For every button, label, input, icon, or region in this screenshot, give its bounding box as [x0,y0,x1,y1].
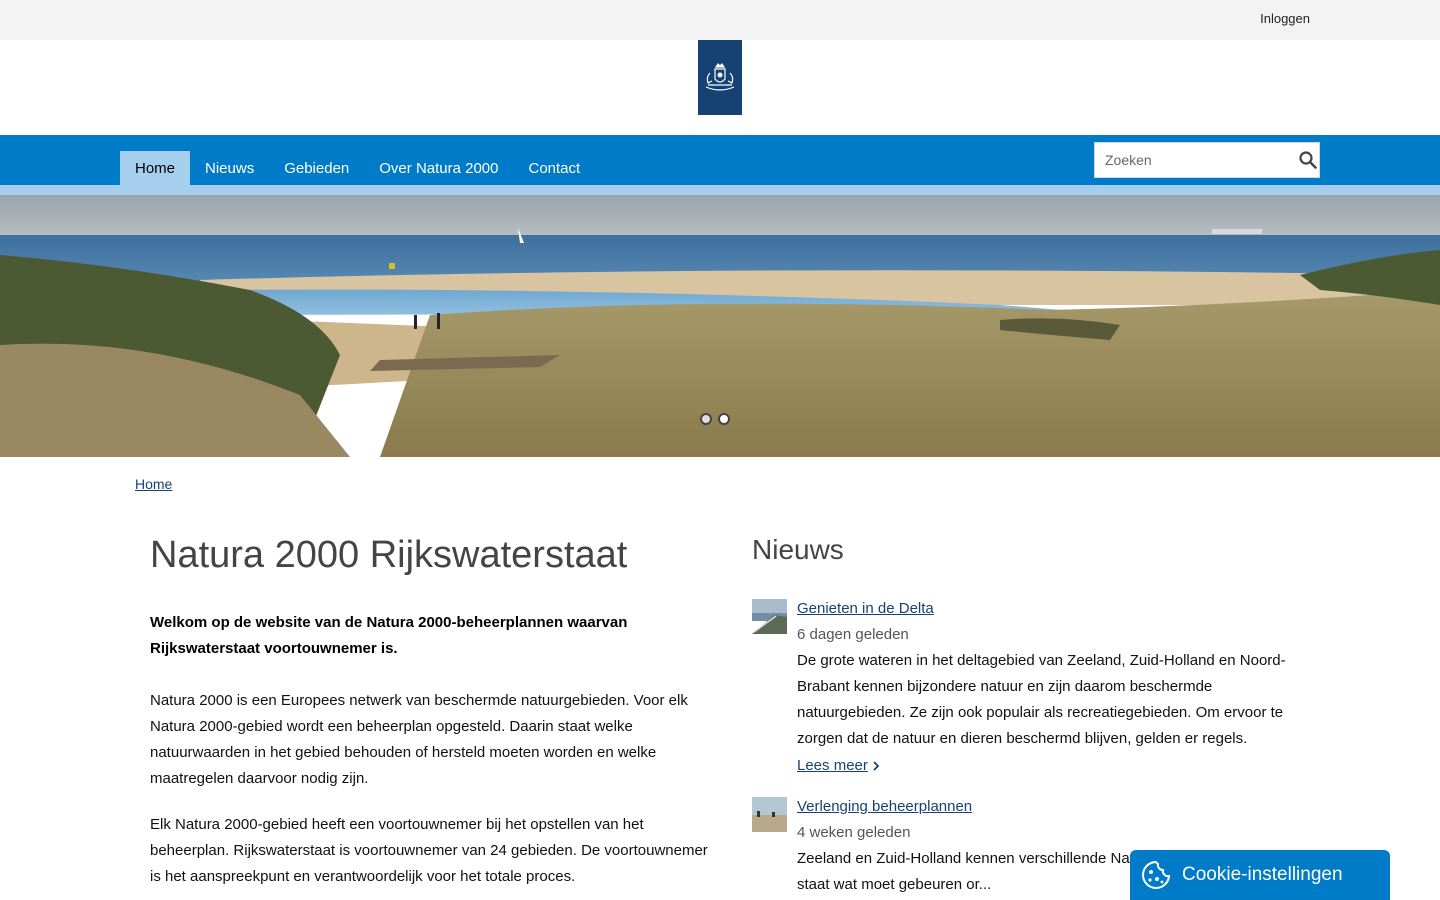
search-box [1094,142,1320,178]
search-input[interactable] [1095,143,1296,177]
page-title: Natura 2000 Rijkswaterstaat [150,534,628,576]
main-navigation: Home Nieuws Gebieden Over Natura 2000 Co… [0,135,1440,185]
hero-carousel [0,195,1440,457]
cookie-settings-label: Cookie-instellingen [1182,864,1343,885]
login-link[interactable]: Inloggen [1260,11,1310,26]
cookie-settings-button[interactable]: Cookie-instellingen [1130,850,1390,900]
news-description: De grote wateren in het deltagebied van … [797,652,1286,747]
news-date: 6 dagen geleden [797,626,909,643]
main-content: Natura 2000 Rijkswaterstaat Welkom op de… [150,530,710,890]
nav-item-contact[interactable]: Contact [514,151,596,185]
body-paragraph: Elk Natura 2000-gebied heeft een voortou… [150,816,708,885]
carousel-dot-1[interactable] [700,413,712,425]
search-icon [1298,151,1317,169]
nav-item-home[interactable]: Home [120,151,191,185]
top-utility-bar: Inloggen [0,0,1440,40]
read-more-link[interactable]: Lees meer [797,752,880,780]
body-paragraph: Natura 2000 is een Europees netwerk van … [150,692,688,787]
news-thumbnail[interactable] [752,599,787,634]
read-more-label: Lees meer [797,757,868,774]
nav-accent-strip [0,185,1440,195]
carousel-pagination [700,413,730,425]
carousel-dot-2[interactable] [718,413,730,425]
nav-item-nieuws[interactable]: Nieuws [190,151,269,185]
chevron-right-icon [873,761,880,771]
news-title-link[interactable]: Verlenging beheerplannen [797,794,972,820]
news-date: 4 weken geleden [797,824,911,841]
cookie-icon [1142,860,1171,889]
news-heading: Nieuws [752,534,844,565]
coat-of-arms-icon [705,62,735,91]
nav-menu: Home Nieuws Gebieden Over Natura 2000 Co… [120,151,595,185]
nav-item-over-natura-2000[interactable]: Over Natura 2000 [364,151,513,185]
rijksoverheid-logo[interactable] [698,40,742,115]
news-title-link[interactable]: Genieten in de Delta [797,596,934,622]
breadcrumb-home[interactable]: Home [135,476,172,492]
search-button[interactable] [1296,143,1319,177]
nav-item-gebieden[interactable]: Gebieden [269,151,364,185]
intro-text: Welkom op de website van de Natura 2000-… [150,614,628,657]
news-section: Nieuws Genieten in de Delta 6 dagen gele… [752,530,1312,898]
news-thumbnail[interactable] [752,797,787,832]
news-item: Genieten in de Delta 6 dagen geleden De … [752,596,1312,780]
